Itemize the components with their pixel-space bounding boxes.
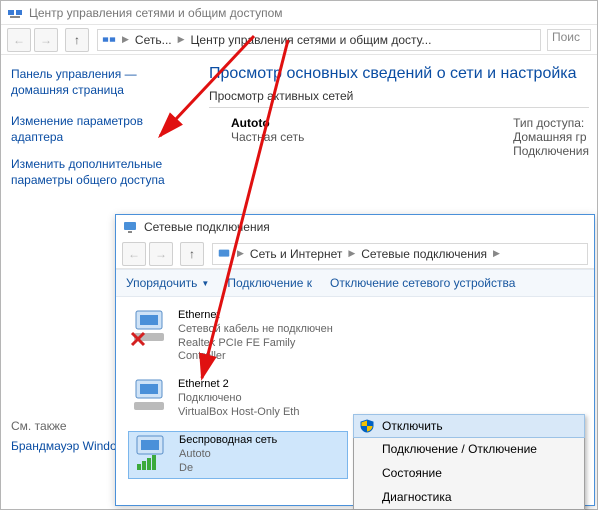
connection-status: Подключено (178, 392, 299, 406)
breadcrumb-item[interactable]: Сеть и Интернет (250, 247, 342, 261)
ctx-status[interactable]: Состояние (354, 461, 584, 485)
nav-bar: ← → ↑ ▶ Сеть... ▶ Центр управления сетям… (1, 25, 597, 55)
breadcrumb[interactable]: ▶ Сеть и Интернет ▶ Сетевые подключения … (212, 243, 588, 265)
ctx-label: Отключить (382, 419, 443, 433)
context-menu: Отключить Подключение / Отключение Состо… (353, 414, 585, 510)
network-type: Частная сеть (231, 130, 304, 144)
connection-status: Сетевой кабель не подключен (178, 323, 346, 337)
network-connections-icon (122, 219, 138, 235)
search-input[interactable]: Поис (547, 29, 591, 51)
network-name: Autoto (231, 116, 304, 130)
nav-forward-button[interactable]: → (34, 28, 58, 52)
network-connections-icon (217, 247, 231, 261)
control-panel-home-link[interactable]: Панель управления — домашняя страница (11, 67, 191, 98)
connection-item-ethernet2[interactable]: Ethernet 2 Подключено VirtualBox Host-On… (128, 376, 348, 421)
ctx-label: Диагностика (382, 490, 452, 504)
toolbar: Упорядочить▼ Подключение к Отключение се… (116, 269, 594, 297)
chevron-right-icon: ▶ (493, 248, 500, 259)
connection-name: Ethernet (178, 309, 346, 323)
change-sharing-settings-link[interactable]: Изменить дополнительные параметры общего… (11, 157, 191, 188)
separator (209, 107, 589, 108)
active-network-info-block: Тип доступа: Домашняя гр Подключения (513, 116, 589, 158)
homegroup-label: Домашняя гр (513, 130, 589, 144)
organize-menu[interactable]: Упорядочить▼ (126, 276, 209, 290)
connection-device: De (179, 462, 277, 476)
chevron-down-icon: ▼ (201, 279, 209, 288)
network-center-icon (7, 5, 23, 21)
chevron-right-icon: ▶ (348, 248, 355, 259)
connect-to-button[interactable]: Подключение к (227, 276, 312, 290)
breadcrumb-item[interactable]: Сеть... (135, 33, 172, 47)
breadcrumb[interactable]: ▶ Сеть... ▶ Центр управления сетями и об… (97, 29, 541, 51)
nav-forward-button[interactable]: → (149, 242, 173, 266)
connection-item-wireless[interactable]: Беспроводная сеть Autoto De (128, 431, 348, 478)
nav-up-button[interactable]: ↑ (65, 28, 89, 52)
chevron-right-icon: ▶ (122, 34, 129, 45)
connection-status: Autoto (179, 448, 277, 462)
connection-device: VirtualBox Host-Only Eth (178, 406, 299, 420)
page-title: Просмотр основных сведений о сети и наст… (209, 65, 589, 83)
connections-label: Подключения (513, 144, 589, 158)
chevron-right-icon: ▶ (237, 248, 244, 259)
ctx-diagnose[interactable]: Диагностика (354, 485, 584, 509)
breadcrumb-item[interactable]: Центр управления сетями и общим досту... (191, 33, 432, 47)
uac-shield-icon (360, 419, 374, 433)
change-adapter-settings-link[interactable]: Изменение параметров адаптера (11, 114, 191, 145)
ethernet-adapter-icon (130, 309, 172, 347)
active-networks-label: Просмотр активных сетей (209, 89, 589, 103)
ctx-disable[interactable]: Отключить (353, 414, 585, 438)
access-type-label: Тип доступа: (513, 116, 589, 130)
disable-device-button[interactable]: Отключение сетевого устройства (330, 276, 515, 290)
nav-back-button[interactable]: ← (7, 28, 31, 52)
ethernet-adapter-icon (130, 378, 172, 416)
nav-back-button[interactable]: ← (122, 242, 146, 266)
connection-name: Ethernet 2 (178, 378, 299, 392)
nav-up-button[interactable]: ↑ (180, 242, 204, 266)
window-title: Центр управления сетями и общим доступом (29, 6, 283, 20)
chevron-right-icon: ▶ (178, 34, 185, 45)
ctx-connect-disconnect[interactable]: Подключение / Отключение (354, 437, 584, 461)
connection-device: Realtek PCIe FE Family Controller (178, 337, 346, 365)
wireless-adapter-icon (131, 434, 173, 472)
network-center-icon (102, 33, 116, 47)
ctx-label: Подключение / Отключение (382, 442, 537, 456)
connection-name: Беспроводная сеть (179, 434, 277, 448)
breadcrumb-item[interactable]: Сетевые подключения (361, 247, 487, 261)
ctx-label: Состояние (382, 466, 442, 480)
title-bar: Центр управления сетями и общим доступом (1, 1, 597, 25)
window-title: Сетевые подключения (144, 220, 270, 234)
nav-bar: ← → ↑ ▶ Сеть и Интернет ▶ Сетевые подклю… (116, 239, 594, 269)
connection-item-ethernet[interactable]: Ethernet Сетевой кабель не подключен Rea… (128, 307, 348, 366)
title-bar: Сетевые подключения (116, 215, 594, 239)
active-network-name-block: Autoto Частная сеть (231, 116, 304, 158)
